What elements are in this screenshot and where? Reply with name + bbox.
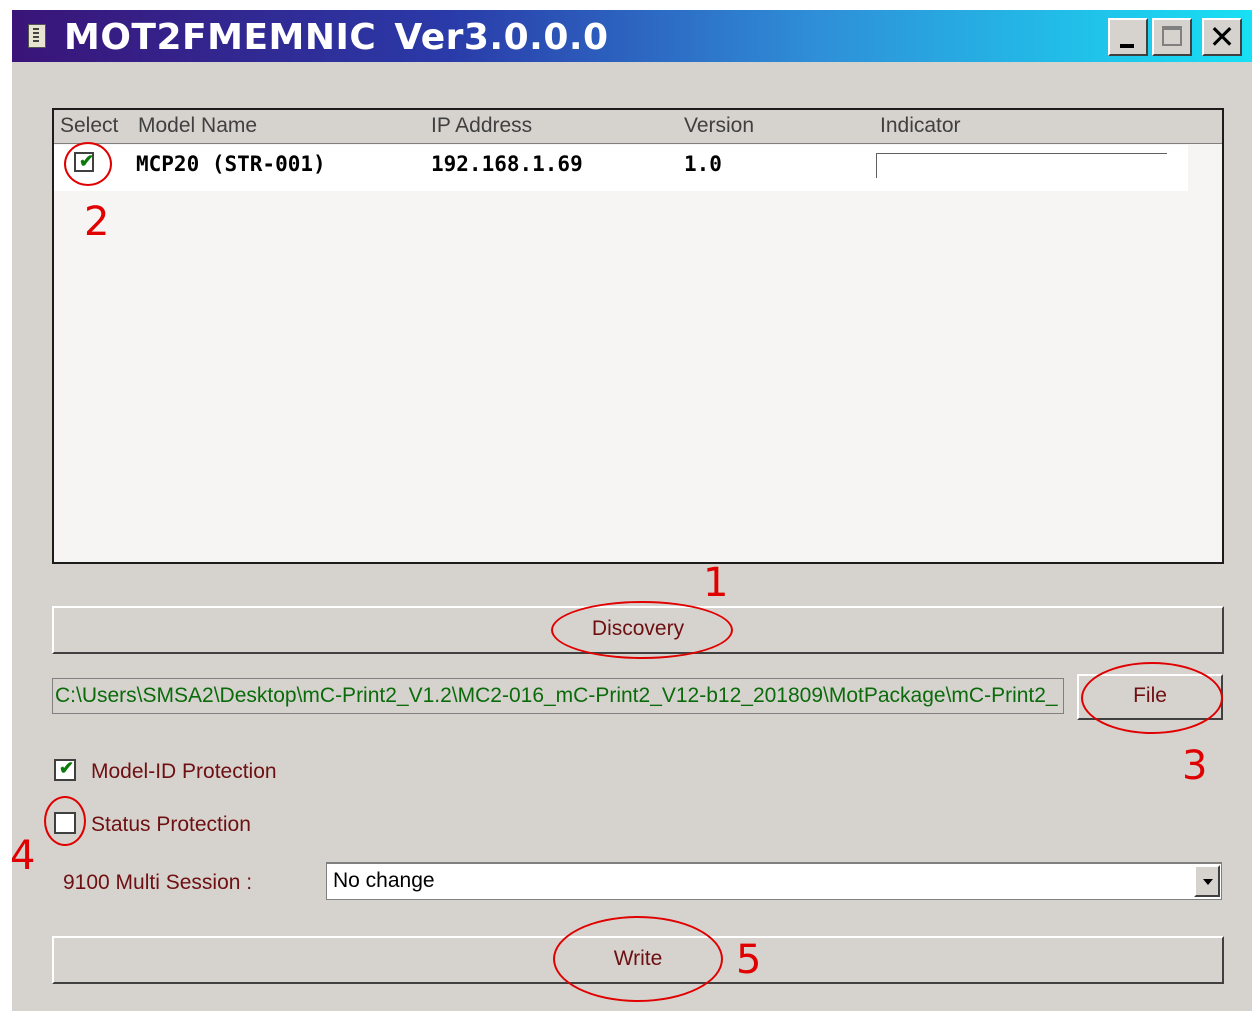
multi-session-value: No change: [333, 869, 435, 892]
app-window: MOT2FMEMNIC Ver3.0.0.0 ✕ Select Model Nam…: [12, 10, 1252, 1011]
minimize-button[interactable]: [1108, 18, 1148, 56]
window-title: MOT2FMEMNIC Ver3.0.0.0: [64, 17, 609, 58]
version-cell: 1.0: [684, 152, 722, 176]
status-protection-label: Status Protection: [91, 813, 251, 836]
annotation-number: 5: [736, 937, 762, 983]
maximize-button[interactable]: [1152, 18, 1192, 56]
close-button[interactable]: ✕: [1202, 18, 1242, 56]
column-header-model-name[interactable]: Model Name: [138, 114, 257, 138]
annotation-circle-file: [1081, 662, 1223, 734]
column-header-ip-address[interactable]: IP Address: [431, 114, 532, 138]
model-id-protection-label: Model-ID Protection: [91, 760, 277, 783]
annotation-number: 4: [10, 833, 36, 879]
annotation-circle-write: [553, 916, 723, 1002]
annotation-circle-discovery: [551, 601, 733, 659]
progress-indicator: [876, 153, 1167, 178]
app-icon[interactable]: [28, 24, 46, 48]
app-name: MOT2FMEMNIC: [64, 17, 377, 58]
device-list[interactable]: Select Model Name IP Address Version Ind…: [52, 108, 1224, 564]
ip-address-cell: 192.168.1.69: [431, 152, 583, 176]
model-name-cell: MCP20 (STR-001): [136, 152, 326, 176]
table-row[interactable]: ✔ MCP20 (STR-001) 192.168.1.69 1.0: [54, 145, 1188, 191]
annotation-number: 1: [703, 560, 729, 606]
list-header: Select Model Name IP Address Version Ind…: [54, 110, 1222, 144]
column-header-indicator[interactable]: Indicator: [880, 114, 961, 138]
minimize-icon: [1120, 44, 1134, 48]
title-bar[interactable]: MOT2FMEMNIC Ver3.0.0.0 ✕: [12, 10, 1252, 62]
multi-session-label: 9100 Multi Session :: [63, 871, 253, 894]
annotation-number: 2: [84, 199, 110, 245]
annotation-circle-status: [44, 796, 86, 846]
file-path-field[interactable]: C:\Users\SMSA2\Desktop\mC-Print2_V1.2\MC…: [52, 678, 1064, 714]
column-header-select[interactable]: Select: [60, 114, 118, 138]
checkmark-icon: ✔: [59, 758, 75, 778]
annotation-number: 3: [1182, 743, 1208, 789]
maximize-icon: [1162, 26, 1182, 46]
annotation-circle-select: [64, 142, 112, 186]
multi-session-select[interactable]: No change: [326, 862, 1222, 900]
app-version: Ver3.0.0.0: [394, 17, 609, 58]
dropdown-arrow-icon[interactable]: [1194, 865, 1220, 897]
column-header-version[interactable]: Version: [684, 114, 754, 138]
close-icon: ✕: [1208, 19, 1236, 55]
model-id-protection-checkbox[interactable]: ✔: [54, 758, 76, 781]
